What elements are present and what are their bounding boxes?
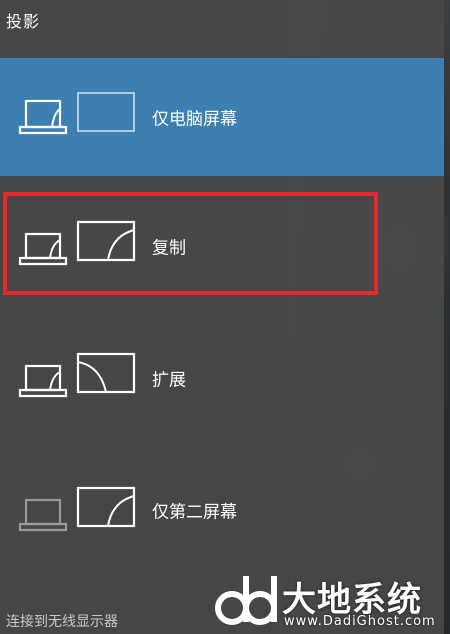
option-label: 扩展 — [152, 370, 186, 391]
option-extend[interactable]: 扩展 — [0, 322, 444, 434]
project-panel: 投影 仅电脑屏幕 复制 扩展 仅第二屏幕 连接到无线显示器 — [0, 0, 444, 634]
option-pc-screen-only[interactable]: 仅电脑屏幕 — [0, 58, 444, 176]
option-second-screen-only[interactable]: 仅第二屏幕 — [0, 454, 444, 566]
pc-screen-only-icon — [18, 92, 135, 135]
duplicate-icon — [18, 220, 136, 266]
extend-icon — [18, 352, 136, 398]
connect-wireless-display-link[interactable]: 连接到无线显示器 — [6, 611, 118, 631]
option-duplicate[interactable]: 复制 — [0, 190, 444, 302]
panel-title: 投影 — [6, 12, 41, 31]
option-label: 仅第二屏幕 — [152, 502, 237, 523]
option-label: 仅电脑屏幕 — [152, 109, 237, 130]
second-screen-only-icon — [18, 486, 136, 532]
option-label: 复制 — [152, 238, 186, 259]
